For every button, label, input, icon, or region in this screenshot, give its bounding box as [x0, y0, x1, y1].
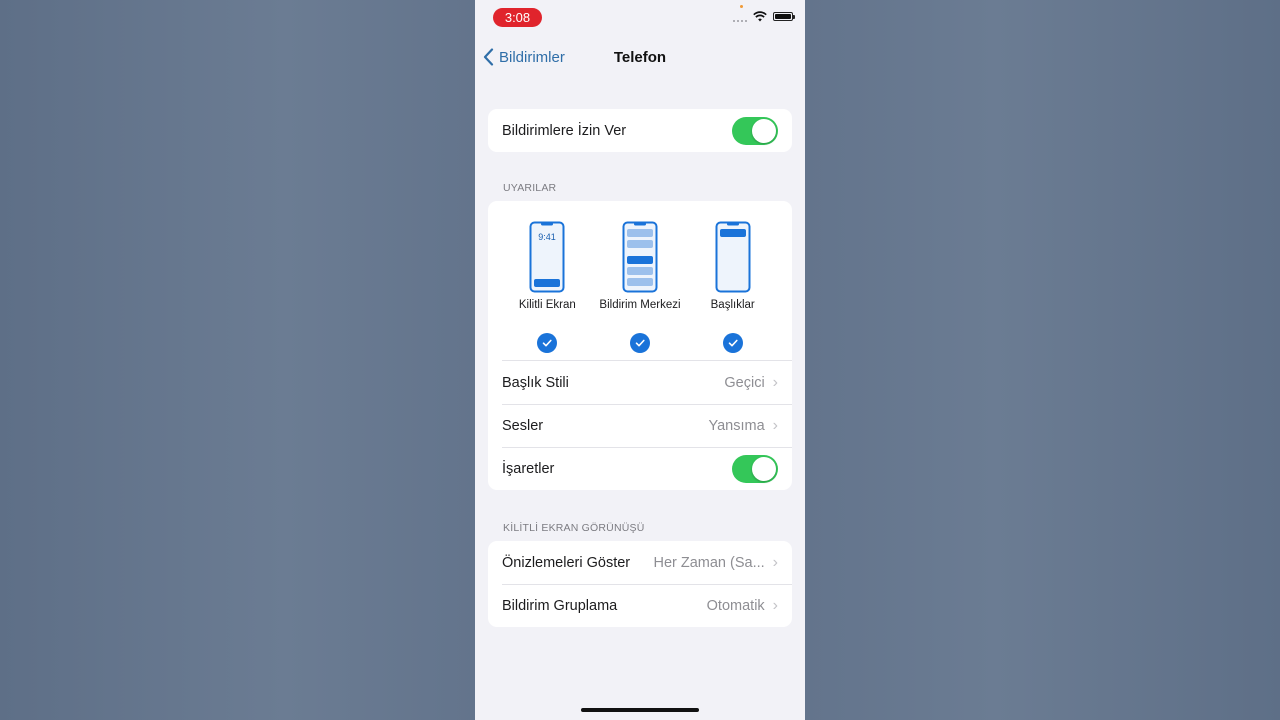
alert-option-label: Başlıklar [710, 299, 755, 311]
alert-option-banners[interactable]: Başlıklar [686, 221, 779, 361]
sounds-label: Sesler [502, 417, 544, 434]
notification-grouping-value: Otomatik [706, 597, 765, 614]
show-previews-row[interactable]: Önizlemeleri Göster Her Zaman (Sa... › [488, 541, 792, 584]
battery-icon [773, 12, 795, 21]
alert-option-label: Bildirim Merkezi [599, 299, 681, 311]
allow-notifications-row: Bildirimlere İzin Ver [488, 109, 792, 152]
wifi-icon [753, 11, 767, 22]
checkmark-icon[interactable] [630, 333, 650, 353]
sounds-value: Yansıma [708, 417, 765, 434]
chevron-right-icon: › [772, 553, 778, 571]
notification-grouping-row[interactable]: Bildirim Gruplama Otomatik › [488, 584, 792, 627]
chevron-right-icon: › [772, 596, 778, 614]
privacy-indicator-dot [740, 5, 743, 8]
alerts-section-header: UYARILAR [503, 182, 557, 194]
allow-notifications-label: Bildirimlere İzin Ver [502, 122, 627, 139]
banners-phone-icon [715, 221, 751, 293]
home-indicator[interactable] [581, 708, 699, 712]
sounds-row[interactable]: Sesler Yansıma › [488, 404, 792, 447]
phone-screen: 3:08 Bildirimler Telefon Bildirimlere İz… [475, 0, 805, 720]
show-previews-label: Önizlemeleri Göster [502, 554, 631, 571]
alert-option-lock-screen[interactable]: 9:41 Kilitli Ekran [501, 221, 594, 361]
chevron-right-icon: › [772, 373, 778, 391]
banner-style-row[interactable]: Başlık Stili Geçici › [488, 361, 792, 404]
alert-option-notification-center[interactable]: Bildirim Merkezi [594, 221, 687, 361]
checkmark-icon[interactable] [722, 333, 743, 353]
chevron-right-icon: › [772, 416, 778, 434]
status-time: 3:08 [493, 8, 542, 27]
page-title: Telefon [613, 49, 667, 66]
lock-screen-phone-icon: 9:41 [529, 221, 565, 293]
lock-screen-section-header: KİLİTLİ EKRAN GÖRÜNÜŞÜ [503, 522, 645, 534]
banner-style-value: Geçici [724, 374, 765, 391]
alerts-group: 9:41 Kilitli Ekran Bildirim Merkezi Başl… [488, 201, 792, 490]
alert-option-label: Kilitli Ekran [518, 299, 576, 311]
banner-style-label: Başlık Stili [502, 374, 569, 391]
background-left [0, 0, 475, 720]
badges-toggle[interactable] [732, 454, 778, 483]
allow-notifications-group: Bildirimlere İzin Ver [488, 109, 792, 152]
lock-screen-time: 9:41 [539, 232, 557, 242]
badges-label: İşaretler [502, 460, 555, 477]
background-right [805, 0, 1280, 720]
status-icons [733, 11, 795, 22]
notification-grouping-label: Bildirim Gruplama [502, 597, 618, 614]
allow-notifications-toggle[interactable] [732, 116, 778, 145]
cellular-icon [733, 12, 747, 22]
alert-options: 9:41 Kilitli Ekran Bildirim Merkezi Başl… [488, 201, 792, 361]
badges-row: İşaretler [488, 447, 792, 490]
checkmark-icon[interactable] [537, 333, 558, 353]
notification-center-phone-icon [622, 221, 658, 293]
lock-screen-group: Önizlemeleri Göster Her Zaman (Sa... › B… [488, 541, 792, 627]
show-previews-value: Her Zaman (Sa... [653, 554, 765, 571]
